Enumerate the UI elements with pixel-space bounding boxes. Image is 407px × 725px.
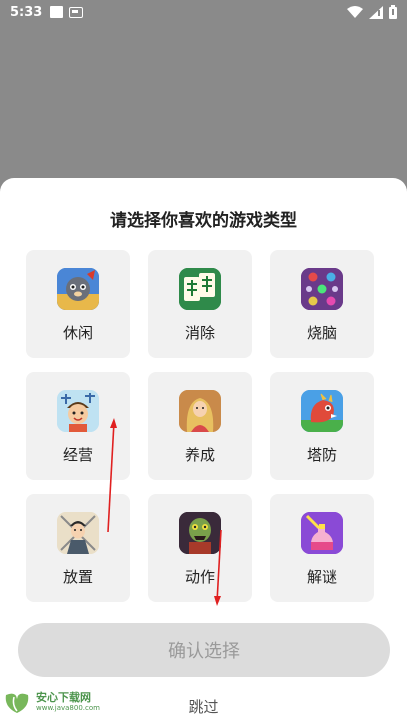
watermark-brand: 安心下载网 (36, 690, 91, 704)
category-label: 塔防 (306, 446, 337, 464)
site-watermark: 安心下载网 www.java800.com (2, 689, 100, 715)
watermark-text: 安心下载网 www.java800.com (36, 690, 100, 713)
watermark-url: www.java800.com (36, 703, 100, 712)
category-label: 放置 (62, 568, 93, 586)
category-tile-nurture[interactable]: 养成 (148, 372, 252, 480)
girl-character-icon (179, 390, 221, 432)
category-label: 解谜 (306, 568, 337, 586)
category-label: 养成 (184, 446, 215, 464)
dots-puzzle-icon (301, 268, 343, 310)
category-tile-idle[interactable]: 放置 (26, 494, 130, 602)
notification-card-icon (69, 6, 84, 18)
game-type-sheet: 请选择你喜欢的游戏类型 休闲 消除 烧脑 经营 养成 塔防 放置 动作 解谜 确… (0, 178, 407, 725)
warrior-character-icon (57, 512, 99, 554)
boy-character-icon (57, 390, 99, 432)
status-bar: 5:33 (0, 0, 407, 24)
zombie-icon (179, 512, 221, 554)
wifi-icon (347, 5, 363, 18)
category-tile-business[interactable]: 经营 (26, 372, 130, 480)
raccoon-game-icon (57, 268, 99, 310)
category-tile-tower-defense[interactable]: 塔防 (270, 372, 374, 480)
signal-icon (369, 5, 383, 19)
category-tile-brain[interactable]: 烧脑 (270, 250, 374, 358)
category-tile-casual[interactable]: 休闲 (26, 250, 130, 358)
category-tile-action[interactable]: 动作 (148, 494, 252, 602)
sheet-title: 请选择你喜欢的游戏类型 (110, 211, 297, 231)
category-label: 经营 (62, 446, 93, 464)
mahjong-tile-icon (179, 268, 221, 310)
category-label: 烧脑 (306, 324, 337, 342)
bottle-puzzle-icon (301, 512, 343, 554)
category-tile-match[interactable]: 消除 (148, 250, 252, 358)
confirm-selection-button[interactable]: 确认选择 (18, 623, 390, 677)
category-label: 消除 (184, 324, 215, 342)
category-grid: 休闲 消除 烧脑 经营 养成 塔防 放置 动作 解谜 (26, 250, 374, 602)
category-label: 休闲 (62, 324, 93, 342)
battery-icon (389, 5, 397, 19)
category-tile-puzzle[interactable]: 解谜 (270, 494, 374, 602)
notification-square-icon (50, 6, 64, 18)
category-label: 动作 (184, 568, 215, 586)
status-indicators (347, 5, 397, 19)
watermark-logo-icon (5, 693, 29, 713)
status-time: 5:33 (10, 4, 43, 20)
dragon-icon (301, 390, 343, 432)
